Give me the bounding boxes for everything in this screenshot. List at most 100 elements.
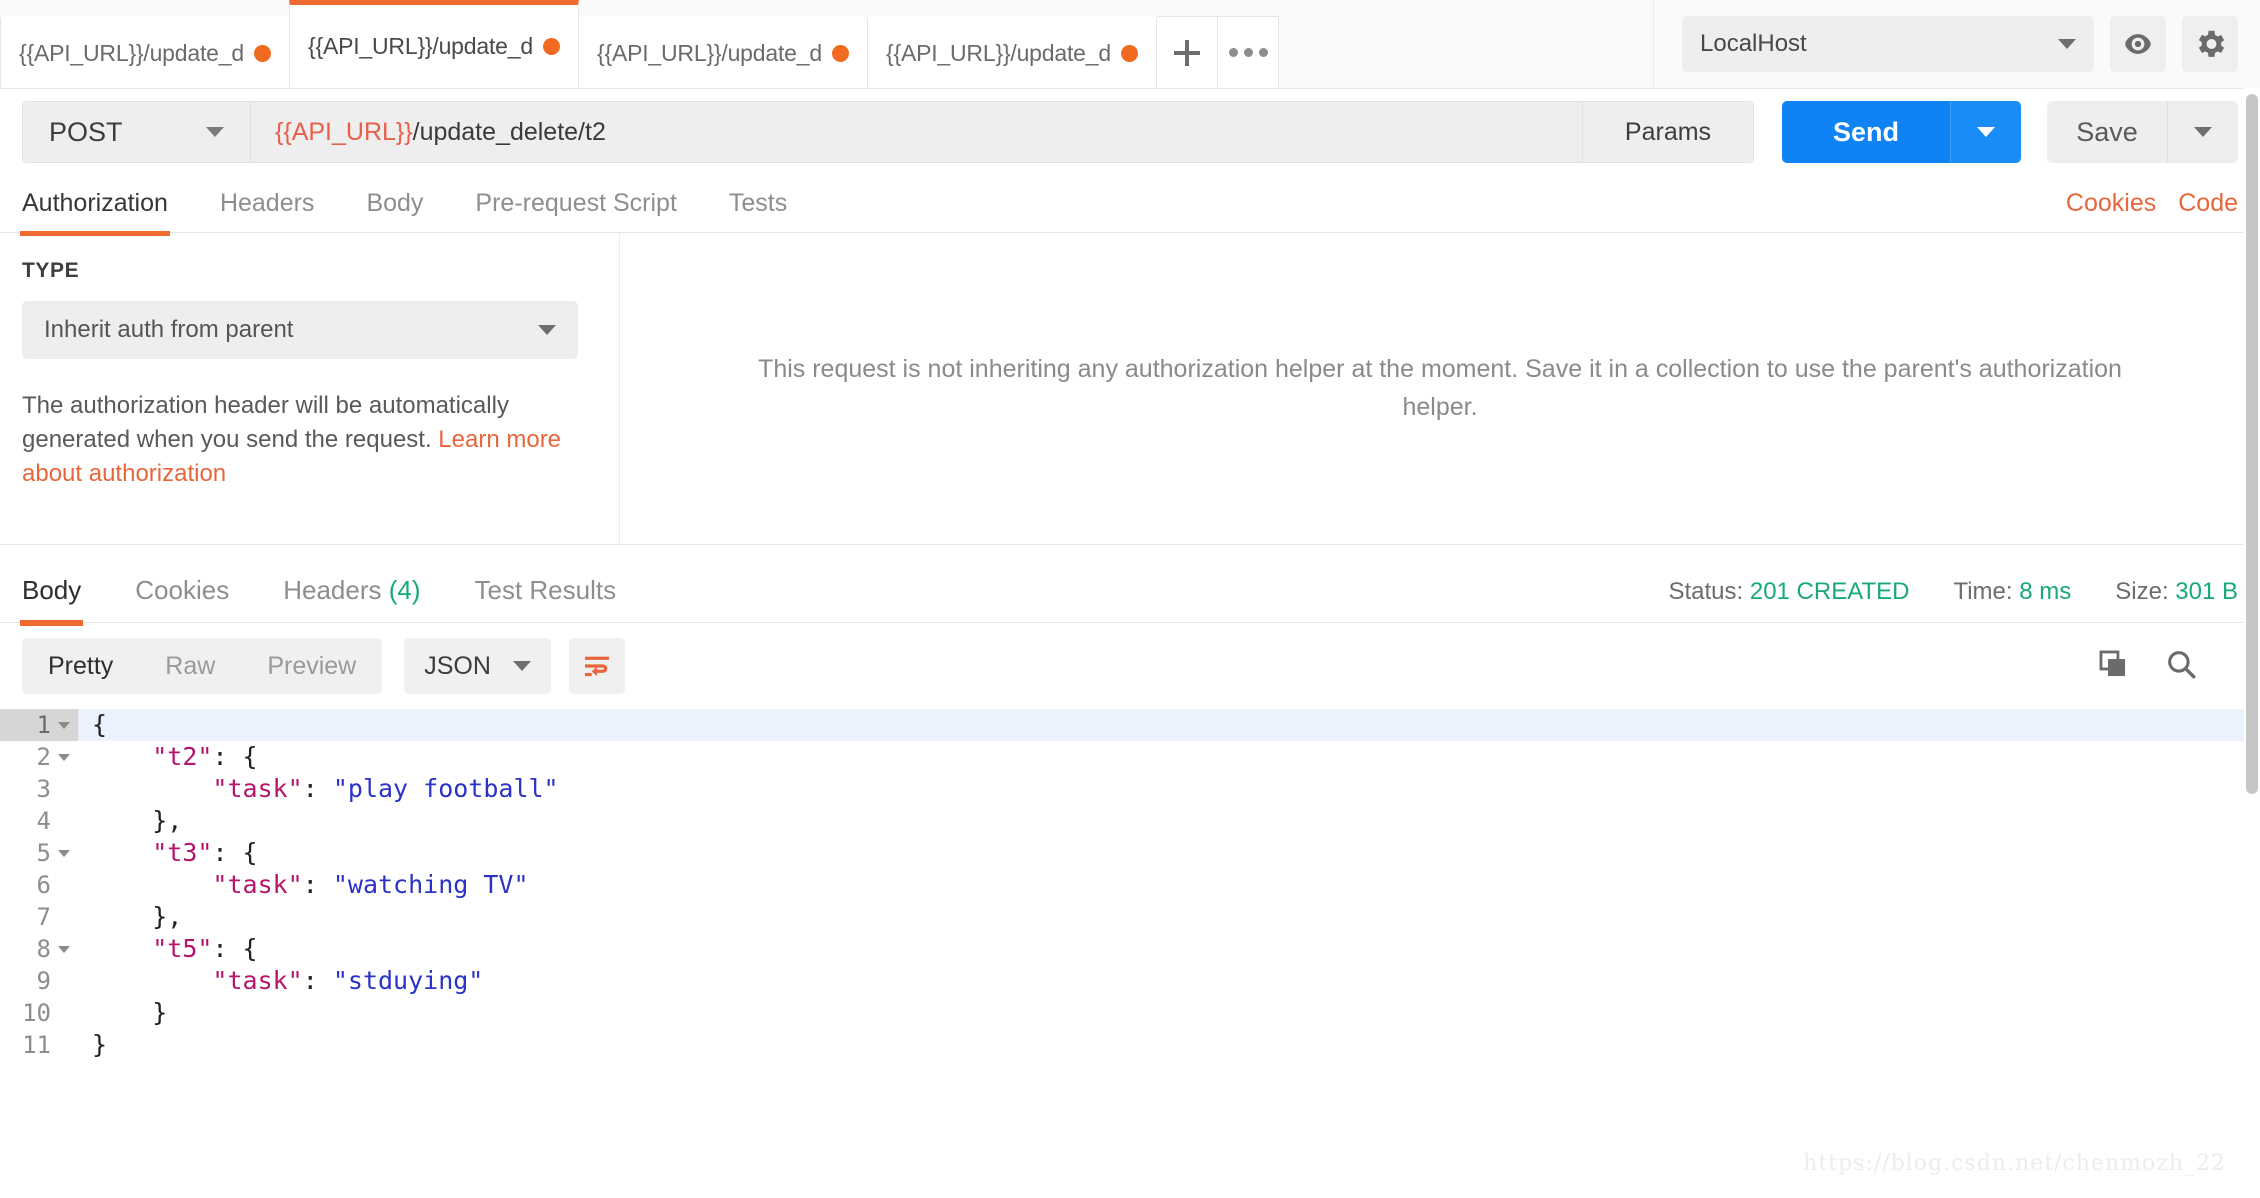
http-method-label: POST (49, 116, 123, 147)
json-punctuation: : { (212, 742, 258, 771)
request-tabs-zone: {{API_URL}}/update_d {{API_URL}}/update_d… (0, 0, 1157, 88)
response-toolbar-actions (2096, 647, 2238, 686)
line-number: 9 (36, 967, 51, 995)
json-punctuation: { (92, 710, 108, 739)
search-button[interactable] (2164, 647, 2198, 686)
json-key: "t5" (152, 934, 213, 963)
code-line-content: "task": "watching TV" (78, 869, 529, 901)
tab-body[interactable]: Body (366, 189, 423, 232)
code-line: 2 "t2": { (0, 741, 2260, 773)
request-tabs-actions: Cookies Code (2066, 189, 2238, 232)
url-input[interactable]: {{API_URL}}/update_delete/t2 (250, 101, 1582, 163)
code-line-content: }, (78, 805, 182, 837)
chevron-down-icon (2194, 127, 2212, 137)
settings-button[interactable] (2182, 16, 2238, 72)
time-label: Time: (1953, 578, 2013, 605)
code-line: 4 }, (0, 805, 2260, 837)
environment-quick-look-button[interactable] (2110, 16, 2166, 72)
code-line: 5 "t3": { (0, 837, 2260, 869)
response-format-selector[interactable]: JSON (404, 638, 551, 694)
response-tab-cookies[interactable]: Cookies (135, 575, 229, 622)
fold-toggle-icon[interactable] (58, 721, 70, 729)
code-line-content: }, (78, 901, 182, 933)
tab-pre-request-script[interactable]: Pre-request Script (475, 189, 676, 232)
tab-headers[interactable]: Headers (220, 189, 315, 232)
fold-toggle-icon[interactable] (58, 945, 70, 953)
unsaved-indicator-icon (1121, 45, 1138, 62)
line-number: 10 (22, 999, 51, 1027)
params-button[interactable]: Params (1582, 101, 1754, 163)
request-tab-label: {{API_URL}}/update_d (597, 40, 822, 66)
tab-options-button[interactable] (1217, 16, 1279, 88)
new-tab-button[interactable] (1156, 16, 1218, 88)
response-body-viewer[interactable]: 1{2 "t2": {3 "task": "play football" 4 },… (0, 709, 2260, 1087)
code-line: 7 }, (0, 901, 2260, 933)
json-string: "watching TV" (332, 870, 529, 899)
auth-type-label: TYPE (22, 259, 80, 282)
cookies-link[interactable]: Cookies (2066, 189, 2156, 218)
json-key: "task" (212, 966, 303, 995)
status-label: Status: (1668, 578, 1744, 605)
json-punctuation: : (302, 870, 333, 899)
response-format-value: JSON (424, 651, 491, 680)
chevron-down-icon (538, 325, 556, 335)
tab-tests[interactable]: Tests (729, 189, 787, 232)
save-button[interactable]: Save (2047, 101, 2167, 163)
copy-button[interactable] (2096, 647, 2130, 686)
params-label: Params (1624, 117, 1712, 146)
view-mode-pretty[interactable]: Pretty (22, 638, 139, 694)
response-tab-label: Body (22, 575, 82, 605)
response-tab-headers[interactable]: Headers (4) (283, 575, 420, 622)
http-method-selector[interactable]: POST (22, 101, 250, 163)
line-number: 3 (36, 775, 51, 803)
view-mode-preview[interactable]: Preview (241, 638, 382, 694)
code-line-content: } (78, 1029, 107, 1061)
auth-description: The authorization header will be automat… (22, 389, 562, 491)
save-options-button[interactable] (2167, 101, 2238, 163)
time-badge: Time: 8 ms (1953, 578, 2071, 606)
fold-toggle-icon[interactable] (58, 753, 70, 761)
json-string: "stduying" (332, 966, 484, 995)
line-number-gutter: 8 (0, 933, 78, 965)
auth-inherit-message: This request is not inheriting any autho… (758, 355, 2122, 421)
view-mode-raw[interactable]: Raw (139, 638, 241, 694)
environment-selector[interactable]: LocalHost (1682, 16, 2094, 72)
code-line-content: "task": "stduying" (78, 965, 483, 997)
tab-authorization[interactable]: Authorization (20, 189, 170, 236)
size-label: Size: (2115, 578, 2169, 605)
request-tab[interactable]: {{API_URL}}/update_d (578, 16, 868, 88)
fold-toggle-icon[interactable] (58, 849, 70, 857)
line-number-gutter: 2 (0, 741, 78, 773)
status-badge: Status: 201 CREATED (1668, 578, 1909, 606)
vertical-scrollbar[interactable] (2244, 88, 2260, 1198)
save-label: Save (2076, 116, 2138, 147)
response-tab-label: Test Results (474, 575, 617, 605)
watermark: https://blog.csdn.net/chenmozh_22 (1803, 1151, 2226, 1176)
json-punctuation: : { (212, 838, 258, 867)
code-line: 8 "t5": { (0, 933, 2260, 965)
chevron-down-icon (2058, 39, 2076, 49)
request-tab-active[interactable]: {{API_URL}}/update_d (289, 0, 579, 88)
response-tab-body[interactable]: Body (19, 575, 84, 626)
code-link[interactable]: Code (2178, 189, 2238, 218)
scrollbar-thumb[interactable] (2246, 94, 2258, 794)
response-tab-test-results[interactable]: Test Results (475, 575, 617, 622)
code-line-content: "task": "play football" (78, 773, 558, 805)
request-tab[interactable]: {{API_URL}}/update_d (0, 16, 290, 88)
send-button[interactable]: Send (1782, 101, 1950, 163)
send-options-button[interactable] (1950, 101, 2021, 163)
word-wrap-button[interactable] (568, 638, 625, 694)
auth-type-select[interactable]: Inherit auth from parent (22, 301, 578, 359)
word-wrap-icon (584, 656, 609, 677)
response-section-tabs: Body Cookies Headers (4) Test Results Statu… (0, 545, 2260, 626)
response-tab-count: (4) (388, 575, 421, 605)
url-bar: POST {{API_URL}}/update_delete/t2 Params… (0, 89, 2260, 171)
request-tab[interactable]: {{API_URL}}/update_d (867, 16, 1157, 88)
line-number-gutter: 9 (0, 965, 78, 997)
line-number-gutter: 4 (0, 805, 78, 837)
json-punctuation: : (302, 774, 333, 803)
json-punctuation: : { (212, 934, 258, 963)
